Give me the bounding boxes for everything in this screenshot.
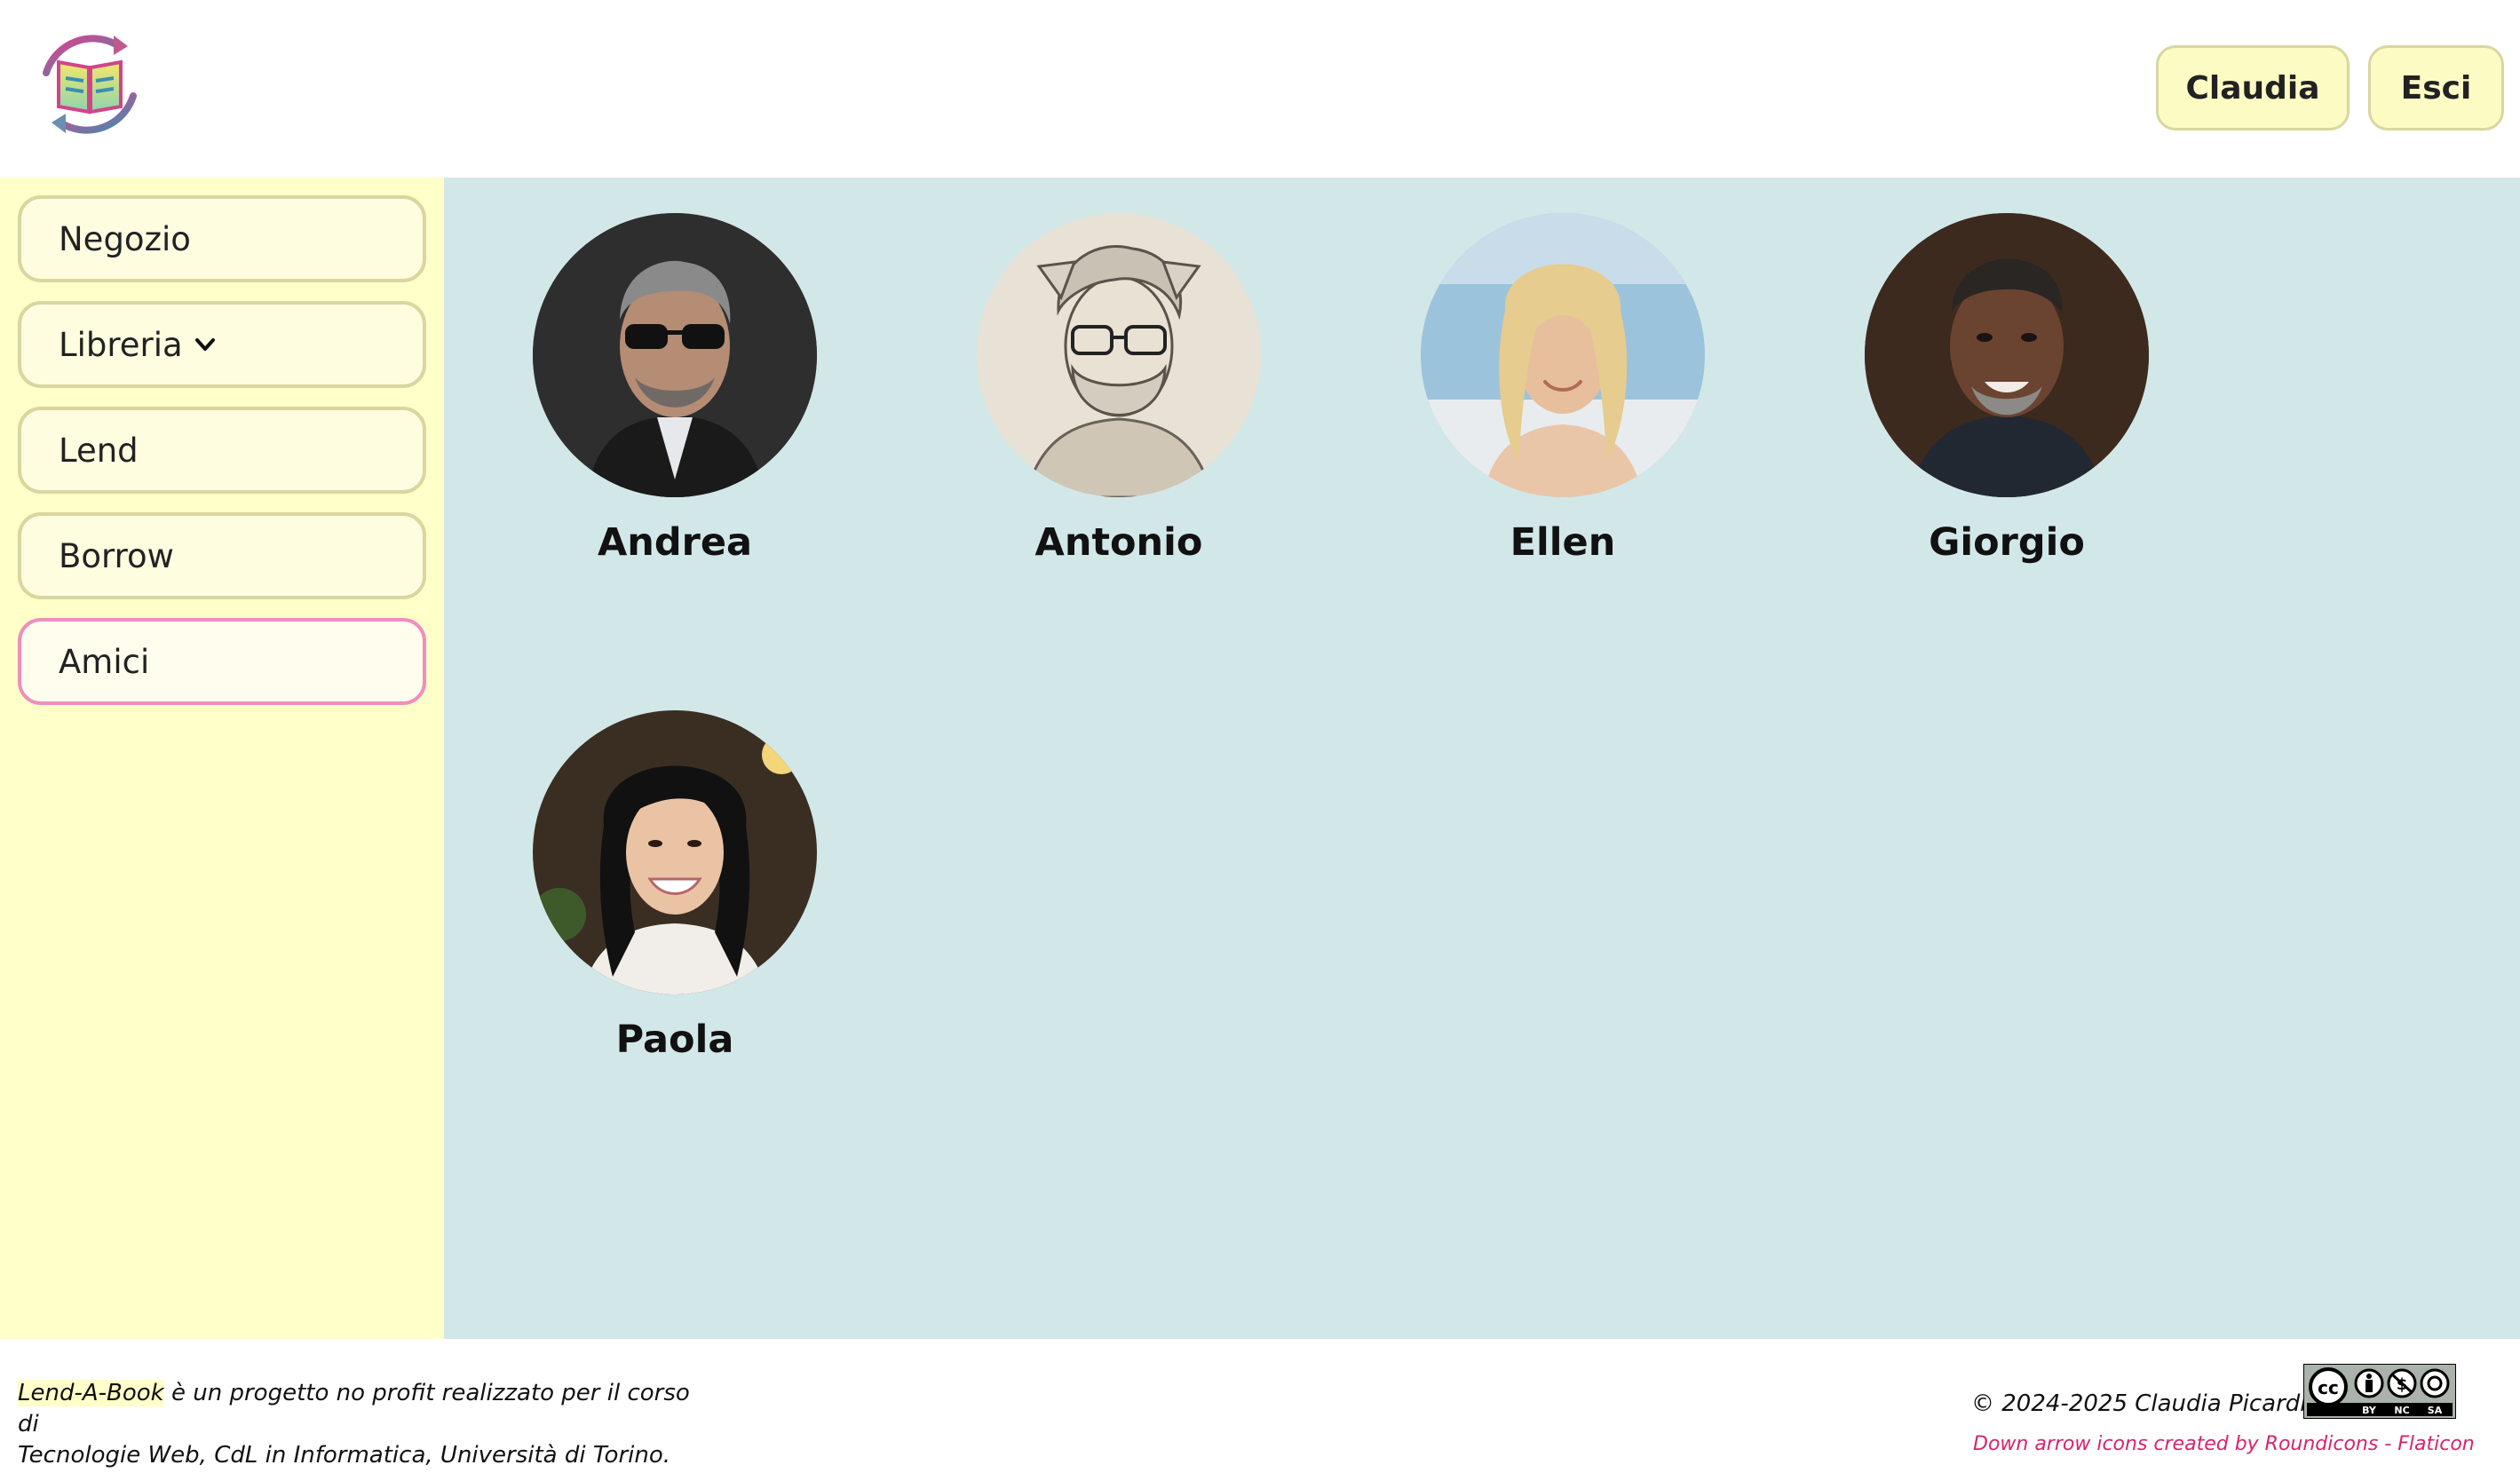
friend-avatar[interactable] [1421,213,1705,497]
friend-name: Andrea [597,520,753,565]
friend-name: Ellen [1510,520,1616,565]
sidebar-item-label: Lend [59,431,139,470]
friend-name: Antonio [1034,520,1203,565]
page-footer: Lend-A-Book è un progetto no profit real… [0,1339,2520,1481]
cc-label-nc: NC [2394,1405,2409,1416]
sidebar-item-label: Libreria [59,325,183,364]
friend-name: Paola [615,1018,734,1062]
sidebar-item-label: Negozio [59,219,191,258]
friend-avatar[interactable] [533,710,817,994]
copyright-text: © 2024-2025 Claudia Picardi. [1971,1390,2314,1417]
friends-grid: Andrea Antonio Ellen Giorgio Paola [444,178,2520,1339]
user-profile-button[interactable]: Claudia [2156,45,2350,131]
friend-card-giorgio[interactable]: Giorgio [1860,213,2153,565]
cc-label-by: BY [2362,1405,2377,1416]
sidebar-item-negozio[interactable]: Negozio [18,195,426,282]
creative-commons-icon[interactable]: cc $ BY NC SA [2303,1364,2456,1419]
friend-name: Giorgio [1929,520,2085,565]
sidebar-item-libreria[interactable]: Libreria [18,301,426,388]
friend-avatar[interactable] [977,213,1261,497]
sidebar-item-label: Borrow [59,536,174,575]
friend-card-antonio[interactable]: Antonio [972,213,1265,565]
icon-attribution-link[interactable]: Down arrow icons created by Roundicons -… [1973,1433,2475,1455]
chevron-down-icon [194,338,215,351]
friend-avatar[interactable] [533,213,817,497]
sidebar-item-amici[interactable]: Amici [18,618,426,705]
svg-text:cc: cc [2318,1377,2339,1398]
sidebar-item-lend[interactable]: Lend [18,407,426,494]
friend-avatar[interactable] [1865,213,2149,497]
sidebar-item-label: Amici [59,642,150,681]
top-header: Claudia Esci [0,0,2520,178]
sidebar-nav: Negozio Libreria Lend Borrow Amici [0,178,444,1339]
brand-name: Lend-A-Book [18,1380,164,1406]
footer-description-line2: Tecnologie Web, CdL in Informatica, Univ… [18,1442,671,1469]
friend-card-andrea[interactable]: Andrea [528,213,821,565]
sidebar-item-borrow[interactable]: Borrow [18,512,426,599]
friend-card-ellen[interactable]: Ellen [1416,213,1709,565]
logout-button[interactable]: Esci [2368,45,2504,131]
book-exchange-logo[interactable] [32,27,147,142]
footer-description: Lend-A-Book è un progetto no profit real… [18,1378,693,1471]
cc-label-sa: SA [2428,1405,2443,1416]
friend-card-paola[interactable]: Paola [528,710,821,1062]
